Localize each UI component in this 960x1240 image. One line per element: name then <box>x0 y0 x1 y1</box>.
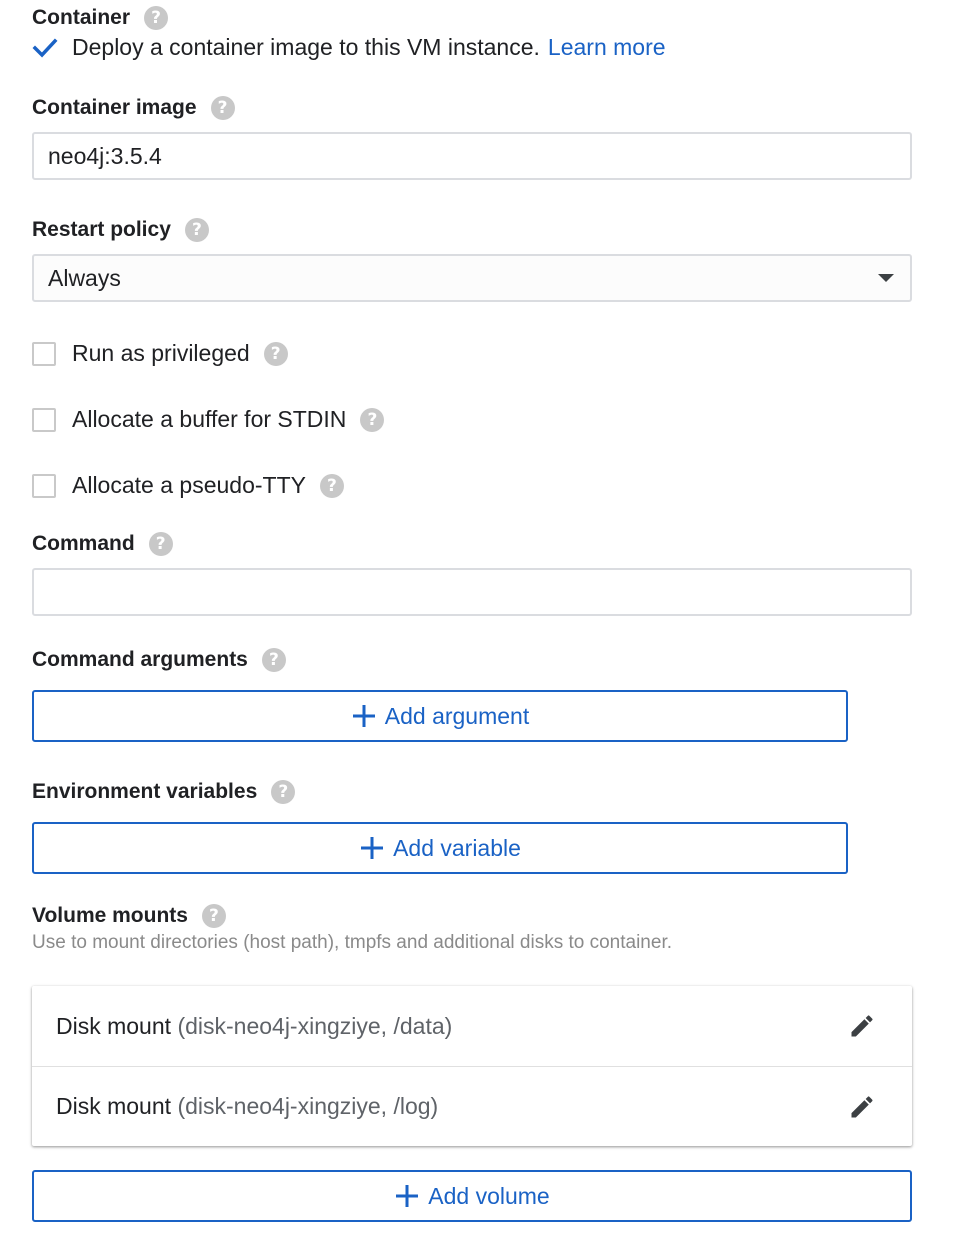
add-volume-button[interactable]: Add volume <box>32 1170 912 1222</box>
add-variable-button[interactable]: Add variable <box>32 822 848 874</box>
tty-row: Allocate a pseudo-TTY ? <box>32 472 344 499</box>
command-input[interactable] <box>32 568 912 616</box>
volume-mounts-list: Disk mount (disk-neo4j-xingziye, /data) … <box>32 986 912 1146</box>
learn-more-link[interactable]: Learn more <box>548 34 666 61</box>
container-image-value: neo4j:3.5.4 <box>48 142 162 169</box>
list-item[interactable]: Disk mount (disk-neo4j-xingziye, /data) <box>32 986 912 1066</box>
container-image-label: Container image <box>32 96 197 119</box>
container-image-section-label: Container image ? <box>32 96 235 120</box>
restart-policy-select[interactable]: Always <box>32 254 912 302</box>
run-privileged-checkbox[interactable] <box>32 341 56 366</box>
command-label: Command <box>32 532 135 555</box>
env-vars-label: Environment variables <box>32 780 258 803</box>
mount-type: Disk mount <box>56 1012 172 1039</box>
help-icon[interactable]: ? <box>319 473 344 498</box>
restart-policy-selected: Always <box>48 264 121 291</box>
stdin-checkbox[interactable] <box>32 407 56 432</box>
add-variable-label: Add variable <box>393 834 521 861</box>
help-icon[interactable]: ? <box>210 96 235 120</box>
checkmark-icon[interactable] <box>32 35 58 61</box>
help-icon[interactable]: ? <box>261 648 286 672</box>
help-icon[interactable]: ? <box>148 532 173 556</box>
mount-text: Disk mount (disk-neo4j-xingziye, /log) <box>56 1093 438 1120</box>
pencil-icon[interactable] <box>848 1012 876 1040</box>
container-image-input[interactable]: neo4j:3.5.4 <box>32 132 912 180</box>
volume-mounts-section-label: Volume mounts ? <box>32 904 226 928</box>
mount-detail: (disk-neo4j-xingziye, /log) <box>177 1093 439 1119</box>
help-icon[interactable]: ? <box>201 904 226 928</box>
command-arguments-section-label: Command arguments ? <box>32 648 286 672</box>
help-icon[interactable]: ? <box>263 341 288 366</box>
help-icon[interactable]: ? <box>360 407 385 432</box>
help-icon[interactable]: ? <box>184 218 209 242</box>
run-privileged-label: Run as privileged <box>72 340 250 366</box>
mount-detail: (disk-neo4j-xingziye, /data) <box>177 1012 453 1039</box>
container-section-label: Container ? <box>32 6 169 30</box>
add-argument-label: Add argument <box>384 702 530 729</box>
container-label: Container <box>32 6 131 29</box>
restart-policy-label: Restart policy <box>32 218 171 241</box>
volume-mounts-label: Volume mounts <box>32 904 188 927</box>
stdin-label: Allocate a buffer for STDIN <box>72 406 347 432</box>
list-item[interactable]: Disk mount (disk-neo4j-xingziye, /log) <box>32 1066 912 1146</box>
deploy-container-text: Deploy a container image to this VM inst… <box>72 34 540 60</box>
pencil-icon[interactable] <box>848 1093 876 1121</box>
plus-icon <box>352 705 375 727</box>
restart-policy-section-label: Restart policy ? <box>32 218 209 242</box>
tty-checkbox[interactable] <box>32 473 56 498</box>
add-argument-button[interactable]: Add argument <box>32 690 848 742</box>
command-arguments-label: Command arguments <box>32 648 248 671</box>
plus-icon <box>361 837 384 859</box>
volume-mounts-description: Use to mount directories (host path), tm… <box>32 932 672 953</box>
tty-label: Allocate a pseudo-TTY <box>72 472 306 498</box>
run-privileged-row: Run as privileged ? <box>32 340 288 367</box>
mount-type: Disk mount <box>56 1093 172 1119</box>
help-icon[interactable]: ? <box>144 6 169 30</box>
mount-text: Disk mount (disk-neo4j-xingziye, /data) <box>56 1013 452 1040</box>
env-vars-section-label: Environment variables ? <box>32 780 296 804</box>
deploy-container-row: Deploy a container image to this VM inst… <box>32 34 666 61</box>
help-icon[interactable]: ? <box>271 780 296 804</box>
add-volume-label: Add volume <box>428 1182 550 1209</box>
dropdown-caret-icon <box>878 274 894 282</box>
stdin-row: Allocate a buffer for STDIN ? <box>32 406 385 433</box>
command-section-label: Command ? <box>32 532 173 556</box>
plus-icon <box>396 1185 419 1207</box>
